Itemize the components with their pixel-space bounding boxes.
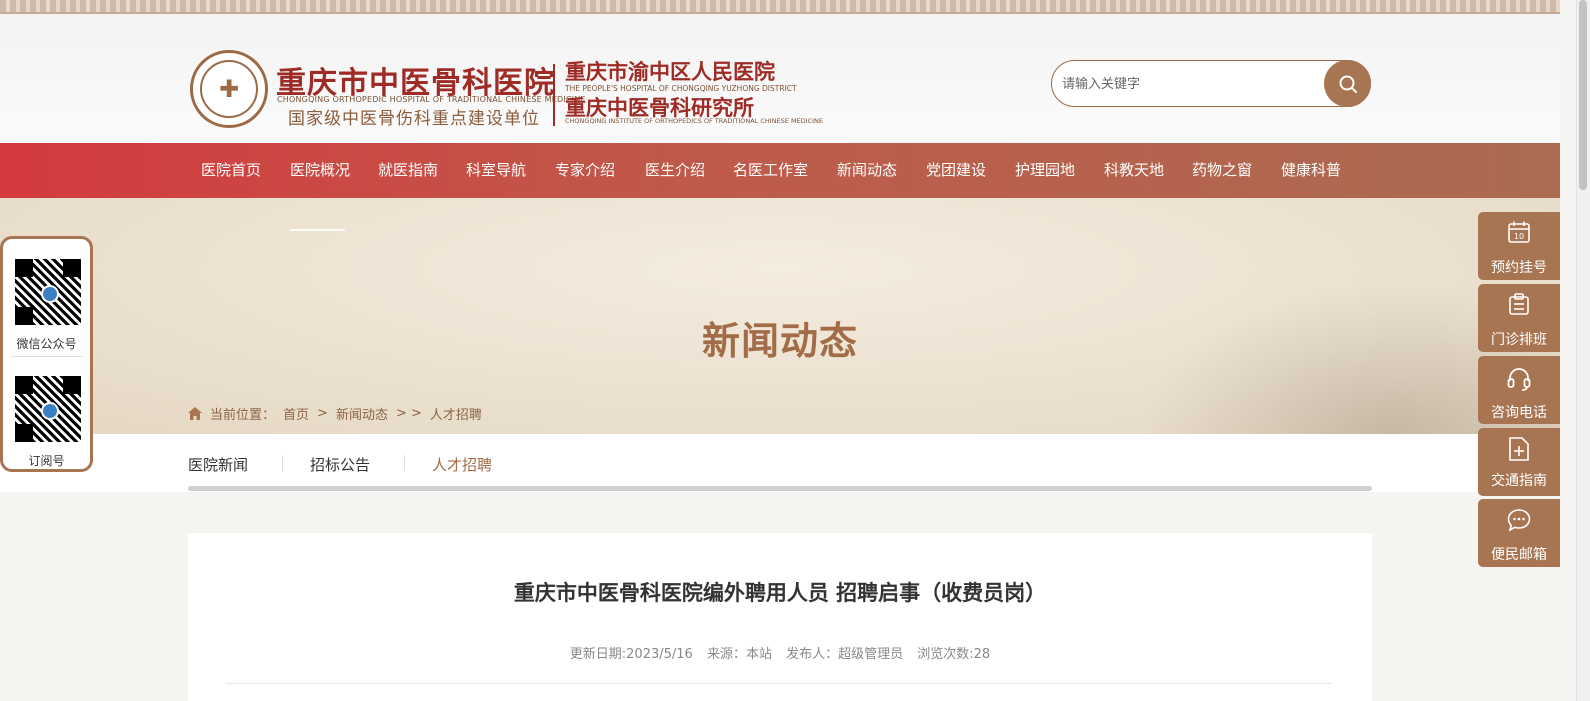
breadcrumb-separator: > xyxy=(317,406,328,421)
search-box xyxy=(1051,60,1371,107)
main-nav: 医院首页 医院概况 就医指南 科室导航 专家介绍 医生介绍 名医工作室 新闻动态… xyxy=(0,143,1560,198)
tab-hospital-news[interactable]: 医院新闻 xyxy=(188,454,248,475)
nav-departments[interactable]: 科室导航 xyxy=(466,143,526,198)
nav-guide[interactable]: 就医指南 xyxy=(378,143,438,198)
breadcrumb-section[interactable]: 新闻动态 xyxy=(336,404,388,423)
affiliate-name-1: 重庆市渝中区人民医院 xyxy=(565,59,775,84)
side-btn-label: 预约挂号 xyxy=(1491,260,1547,276)
nav-studios[interactable]: 名医工作室 xyxy=(733,143,808,198)
article-publisher: 发布人：超级管理员 xyxy=(786,647,904,662)
article-divider xyxy=(226,683,1332,684)
nav-education[interactable]: 科教天地 xyxy=(1104,143,1164,198)
side-btn-mailbox[interactable]: 便民邮箱 xyxy=(1478,499,1560,567)
sub-tabs: 医院新闻 招标公告 人才招聘 xyxy=(0,434,1560,492)
logo-seal-icon: ✚ xyxy=(200,60,258,118)
tab-tender-notices[interactable]: 招标公告 xyxy=(310,454,370,475)
search-icon xyxy=(1339,75,1357,93)
clipboard-icon xyxy=(1509,293,1529,315)
article-source: 来源：本站 xyxy=(706,647,772,662)
side-btn-label: 门诊排班 xyxy=(1491,332,1547,348)
logo-divider xyxy=(553,64,555,126)
tab-divider xyxy=(404,455,405,471)
hospital-subtitle: 国家级中医骨伤科重点建设单位 xyxy=(288,109,540,129)
search-button[interactable] xyxy=(1324,60,1371,107)
nav-news[interactable]: 新闻动态 xyxy=(837,143,897,198)
hospital-logo-emblem[interactable]: ✚ xyxy=(190,50,268,128)
affiliate-name-2-en: CHONGQING INSTITUTE OF ORTHOPEDICS OF TR… xyxy=(565,117,824,125)
map-plus-icon xyxy=(1509,437,1529,461)
home-icon xyxy=(188,407,202,420)
side-btn-label: 咨询电话 xyxy=(1491,405,1547,421)
article-views: 浏览次数:28 xyxy=(917,647,991,662)
nav-nursing[interactable]: 护理园地 xyxy=(1015,143,1075,198)
article-update-date: 更新日期:2023/5/16 xyxy=(569,647,693,662)
side-btn-transport[interactable]: 交通指南 xyxy=(1478,428,1560,496)
subscribe-qr-label: 订阅号 xyxy=(28,454,65,468)
banner-accent-line xyxy=(290,229,345,231)
chat-icon xyxy=(1507,509,1531,532)
side-btn-hotline[interactable]: 咨询电话 xyxy=(1478,356,1560,424)
page-title: 新闻动态 xyxy=(701,319,858,363)
side-btn-label: 便民邮箱 xyxy=(1491,547,1547,563)
qr-divider xyxy=(11,356,83,357)
headset-icon xyxy=(1507,368,1531,391)
nav-party[interactable]: 党团建设 xyxy=(926,143,986,198)
tab-divider xyxy=(282,455,283,471)
side-btn-schedule[interactable]: 门诊排班 xyxy=(1478,284,1560,352)
nav-pharmacy[interactable]: 药物之窗 xyxy=(1192,143,1252,198)
tabs-underline xyxy=(188,486,1372,491)
breadcrumb-separator: > > xyxy=(395,406,422,421)
breadcrumb-current[interactable]: 人才招聘 xyxy=(430,404,482,423)
article-meta: 更新日期:2023/5/16 来源：本站 发布人：超级管理员 浏览次数:28 xyxy=(188,643,1372,662)
wechat-qr-code xyxy=(15,259,81,325)
side-btn-label: 交通指南 xyxy=(1491,473,1547,489)
nav-home[interactable]: 医院首页 xyxy=(201,143,261,198)
scrollbar-thumb[interactable] xyxy=(1579,0,1587,190)
calendar-icon: 10 xyxy=(1508,221,1530,243)
article-title: 重庆市中医骨科医院编外聘用人员 招聘启事（收费员岗） xyxy=(513,581,1047,605)
site-header: ✚ 重庆市中医骨科医院 CHONGQING ORTHOPEDIC HOSPITA… xyxy=(0,14,1560,143)
nav-experts[interactable]: 专家介绍 xyxy=(555,143,615,198)
breadcrumb: 当前位置： 首页 > 新闻动态 > > 人才招聘 xyxy=(188,404,482,423)
breadcrumb-prefix: 当前位置： xyxy=(210,408,276,423)
page-scrollbar[interactable] xyxy=(1576,0,1590,701)
top-decorative-border xyxy=(0,0,1560,14)
breadcrumb-home[interactable]: 首页 xyxy=(283,404,309,423)
search-input[interactable] xyxy=(1062,73,1312,95)
hospital-name-en: CHONGQING ORTHOPEDIC HOSPITAL OF TRADITI… xyxy=(277,95,586,104)
svg-text:10: 10 xyxy=(1514,232,1524,241)
page-banner: 新闻动态 当前位置： 首页 > 新闻动态 > > 人才招聘 xyxy=(0,198,1560,434)
side-btn-appointment[interactable]: 10 预约挂号 xyxy=(1478,212,1560,280)
subscribe-qr-code xyxy=(15,376,81,442)
article-card: 重庆市中医骨科医院编外聘用人员 招聘启事（收费员岗） 更新日期:2023/5/1… xyxy=(188,533,1372,701)
nav-health[interactable]: 健康科普 xyxy=(1281,143,1341,198)
wechat-qr-label: 微信公众号 xyxy=(16,337,77,351)
nav-doctors[interactable]: 医生介绍 xyxy=(645,143,705,198)
tab-recruitment[interactable]: 人才招聘 xyxy=(432,454,492,475)
qr-panel: 微信公众号 订阅号 xyxy=(0,236,93,472)
nav-overview[interactable]: 医院概况 xyxy=(290,143,350,198)
